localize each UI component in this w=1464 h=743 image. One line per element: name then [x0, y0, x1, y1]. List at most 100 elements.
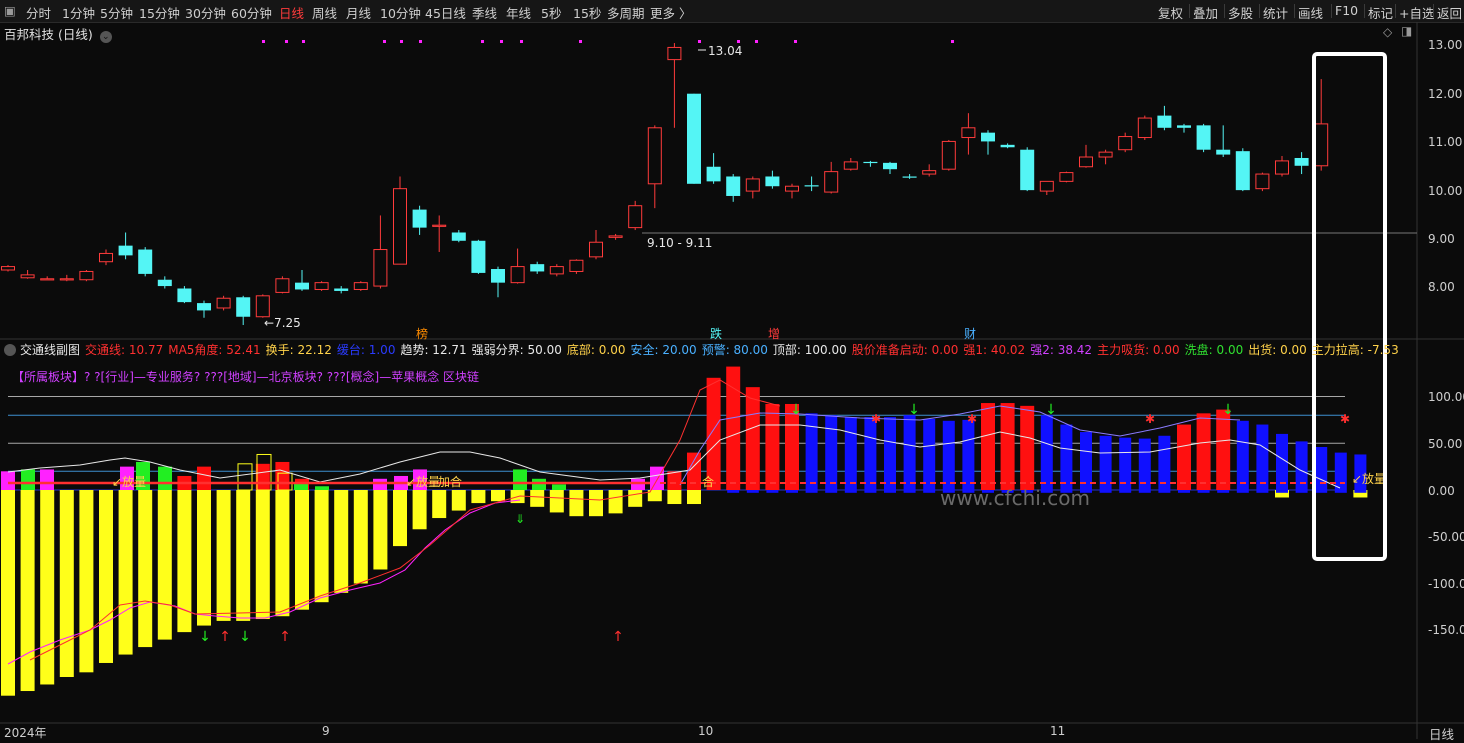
red-bar [1020, 405, 1035, 490]
candle-body [412, 209, 427, 228]
candle-body [491, 269, 505, 283]
signal-star: ✱ [871, 412, 881, 426]
price-axis-label: 11.00 [1428, 135, 1463, 149]
yellow-bar [40, 490, 55, 685]
candle-body [1255, 173, 1270, 190]
date-axis-label: 10 [698, 724, 714, 738]
signal-arrow: ↓ [790, 402, 802, 418]
yellow-bar [216, 490, 231, 621]
yellow-bar [197, 490, 211, 626]
signal-dot [383, 40, 386, 43]
candle-body [275, 278, 290, 293]
yellow-bar [393, 490, 407, 547]
indicator-axis-label: -150.00 [1428, 623, 1464, 637]
blue-bar [903, 415, 916, 493]
candle-body [902, 176, 917, 178]
candle-body [1216, 149, 1231, 155]
candle-body [1000, 144, 1015, 148]
indicator-value: 强1: 40.02 [963, 343, 1026, 357]
indicator-value: 强2: 38.42 [1030, 343, 1093, 357]
low-price-label: ←7.25 [264, 316, 301, 330]
yellow-bar [353, 490, 368, 584]
red-bar [745, 387, 760, 490]
candle-body [1118, 136, 1133, 151]
candle-body [138, 249, 153, 274]
price-axis-label: 9.00 [1428, 232, 1455, 246]
yellow-bar [628, 490, 643, 507]
red-bar [1196, 413, 1211, 490]
red-bar [981, 403, 995, 490]
signal-dot [755, 40, 758, 43]
yellow-bar [314, 490, 329, 603]
signal-bar [631, 478, 645, 490]
indicator-axis-label: 100.00 [1428, 390, 1464, 404]
blue-bar [1119, 437, 1132, 493]
signal-dot [302, 40, 305, 43]
yellow-bar [569, 490, 584, 517]
signal-dot [400, 40, 403, 43]
watermark: www.cfchi.com [940, 486, 1090, 510]
candle-body [569, 259, 584, 272]
indicator-axis-label: -100.00 [1428, 577, 1464, 591]
blue-bar [1158, 435, 1171, 493]
signal-dot [520, 40, 523, 43]
event-marker: 增 [768, 327, 780, 341]
signal-bar [158, 466, 172, 490]
signal-star: ✱ [1340, 412, 1350, 426]
candle-body [706, 166, 721, 182]
yellow-bar [157, 490, 172, 640]
candle-body [1079, 156, 1093, 168]
price-axis-label: 12.00 [1428, 87, 1463, 101]
candle-body [687, 93, 701, 184]
date-axis-label: 9 [322, 724, 330, 738]
signal-dot [481, 40, 484, 43]
signal-dot [579, 40, 582, 43]
yellow-bar [255, 490, 270, 620]
blue-bar [805, 413, 818, 493]
red-bar [255, 463, 270, 490]
signal-dot [285, 40, 288, 43]
indicator-chevron-icon[interactable] [4, 344, 16, 356]
yellow-bar [99, 490, 113, 663]
yellow-bar [1, 490, 15, 696]
candle-body [922, 170, 937, 175]
yellow-bar [549, 490, 564, 513]
candle-body [393, 188, 407, 265]
indicator-value: 顶部: 100.00 [772, 343, 847, 357]
outline-bar [237, 463, 253, 491]
red-bar [1000, 403, 1015, 490]
signal-dot [262, 40, 265, 43]
red-bar [1177, 424, 1191, 490]
candle-body [373, 249, 388, 287]
footer-period-label[interactable]: 日线 [1429, 724, 1454, 743]
yellow-bar [471, 490, 486, 504]
candle-body [981, 132, 995, 142]
candle-body [157, 279, 172, 287]
red-bar [667, 471, 682, 490]
yellow-bar [20, 490, 35, 692]
blue-bar [825, 415, 838, 493]
price-axis-label: 10.00 [1428, 184, 1463, 198]
signal-arrow: ↓ [908, 402, 920, 418]
candle-body [883, 162, 897, 170]
candle-body [549, 266, 564, 275]
candle-body [1275, 160, 1289, 175]
indicator-value: 洗盘: 0.00 [1184, 343, 1244, 357]
candle-body [628, 205, 643, 229]
signal-star: ✱ [1145, 412, 1155, 426]
yellow-bar [334, 490, 349, 593]
red-bar [687, 452, 701, 490]
candle-body [608, 235, 623, 238]
candle-body [471, 240, 486, 273]
indicator-value: 趋势: 12.71 [400, 343, 467, 357]
signal-arrow: ↑ [612, 629, 624, 645]
blue-bar [1040, 415, 1053, 493]
yellow-bar [373, 490, 388, 570]
yellow-bar [451, 490, 466, 511]
indicator-value: MA5角度: 52.41 [168, 343, 261, 357]
fangliang-label: ↙放量 [112, 474, 146, 489]
signal-dot [951, 40, 954, 43]
yellow-bar [412, 490, 427, 530]
candle-body [1039, 180, 1054, 192]
indicator-value: 股价准备启动: 0.00 [851, 343, 959, 357]
